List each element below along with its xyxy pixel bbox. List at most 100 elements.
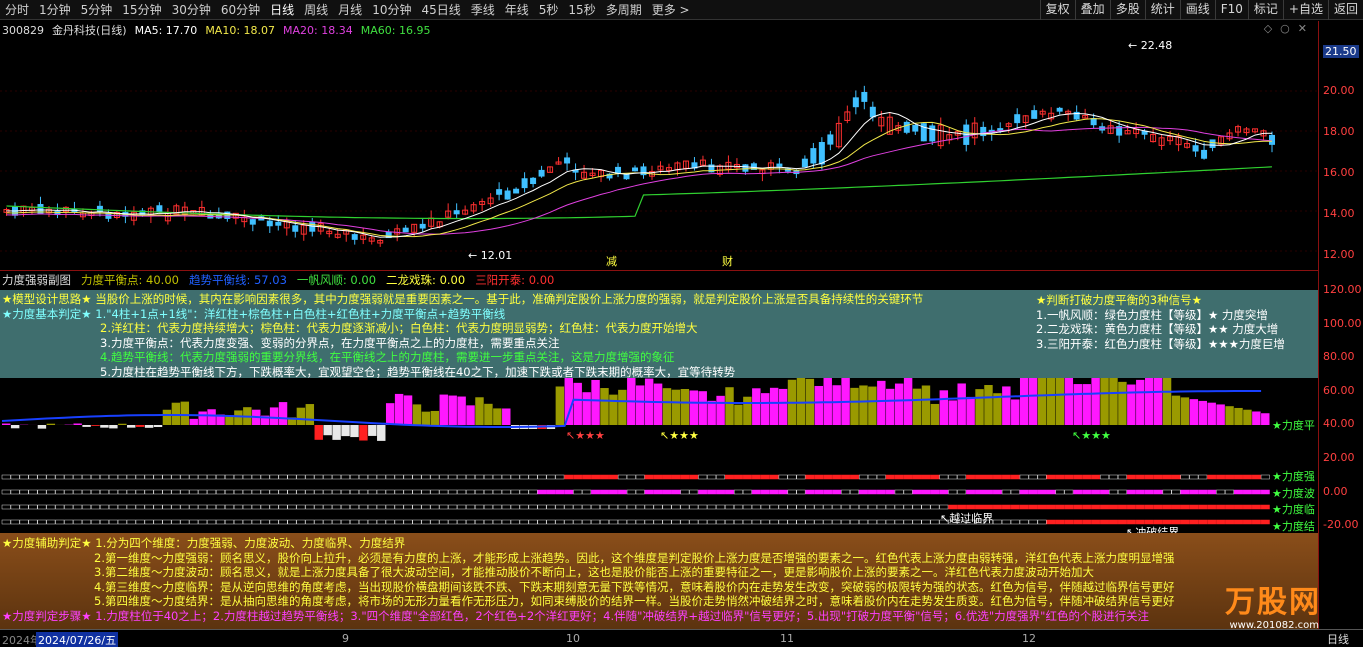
candle-body	[818, 142, 825, 165]
dimension-strip-cell	[653, 489, 663, 495]
period-tab[interactable]: 10分钟	[367, 0, 416, 20]
dimension-strip-cell	[1225, 504, 1235, 510]
period-tab[interactable]: 5秒	[534, 0, 564, 20]
tool-button[interactable]: 叠加	[1074, 0, 1110, 20]
dimension-strip-cell	[841, 519, 851, 525]
period-tab[interactable]: 月线	[333, 0, 367, 20]
period-tab[interactable]: 季线	[466, 0, 500, 20]
dimension-strip-cell	[858, 474, 868, 480]
kline-chart[interactable]: ← 22.48 ← 12.01 减 财	[0, 21, 1363, 269]
period-tab[interactable]: 5分钟	[76, 0, 118, 20]
dimension-strip-cell	[823, 504, 833, 510]
tool-button[interactable]: 画线	[1179, 0, 1215, 20]
dimension-strip-cell	[1251, 519, 1261, 525]
dimension-strip-cell	[180, 504, 190, 510]
dimension-strip-cell	[742, 474, 752, 480]
period-label[interactable]: 日线	[1327, 631, 1349, 647]
stock-name: 金丹科技(日线)	[52, 24, 127, 37]
dimension-strip-cell	[966, 474, 976, 480]
period-tab[interactable]: 15分钟	[117, 0, 166, 20]
period-tab[interactable]: 更多 >	[647, 0, 695, 20]
tool-button[interactable]: 返回	[1327, 0, 1363, 20]
dimension-strip-cell	[412, 489, 422, 495]
dimension-strip-cell	[233, 474, 243, 480]
diamond-icon[interactable]: ◇	[1264, 22, 1272, 35]
tool-button[interactable]: 标记	[1247, 0, 1283, 20]
dimension-strip-cell	[483, 474, 493, 480]
force-bar	[439, 394, 448, 425]
dimension-strip-cell	[573, 489, 583, 495]
month-label: 11	[780, 632, 794, 645]
dimension-strip-cell	[260, 504, 270, 510]
dimension-strip-cell	[1, 504, 11, 510]
circle-icon[interactable]: ○	[1280, 22, 1290, 35]
dimension-strip-cell	[314, 504, 324, 510]
period-tab[interactable]: 30分钟	[167, 0, 216, 20]
dimension-strip-cell	[1055, 519, 1065, 525]
candle-body	[249, 219, 256, 225]
dimension-strip-cell	[876, 474, 886, 480]
force-bar	[903, 377, 913, 425]
dimension-strip-cell	[1225, 474, 1235, 480]
tool-button[interactable]: 复权	[1039, 0, 1075, 20]
period-tab[interactable]: 分时	[0, 0, 34, 20]
dimension-strip-cell	[91, 489, 100, 495]
moving-average-line	[6, 126, 1273, 235]
tool-button[interactable]: 统计	[1144, 0, 1180, 20]
period-tab[interactable]: 多周期	[601, 0, 647, 20]
tool-button[interactable]: F10	[1214, 0, 1248, 20]
dimension-strip-cell	[528, 489, 538, 495]
dimension-strip-cell	[233, 489, 243, 495]
dimension-strip-cell	[1126, 504, 1136, 510]
period-tab[interactable]: 周线	[299, 0, 333, 20]
dimension-strip-cell	[984, 489, 993, 495]
period-tab[interactable]: 年线	[500, 0, 534, 20]
tool-button[interactable]: 多股	[1109, 0, 1145, 20]
period-tab[interactable]: 日线	[265, 0, 299, 20]
dimension-strip-cell	[189, 519, 199, 525]
force-bar	[91, 425, 100, 426]
dimension-strip-cell	[725, 519, 734, 525]
period-tab[interactable]: 1分钟	[34, 0, 76, 20]
period-tab[interactable]: 45日线	[416, 0, 465, 20]
force-bar	[1234, 407, 1243, 425]
dimension-strip-cell	[135, 504, 145, 510]
period-tab[interactable]: 15秒	[563, 0, 600, 20]
dimension-strip-cell	[1100, 519, 1110, 525]
dimension-strip-cell	[1207, 504, 1217, 510]
dimension-strip-cell	[439, 489, 449, 495]
dimension-strip-cell	[305, 489, 315, 495]
force-bar	[475, 397, 484, 425]
dimension-strip-cell	[483, 489, 493, 495]
force-bar	[591, 379, 600, 425]
period-tab[interactable]: 60分钟	[216, 0, 265, 20]
force-bar	[975, 389, 984, 425]
dimension-strip-cell	[653, 504, 663, 510]
dimension-strip-cell	[591, 504, 601, 510]
dimension-strip-cell	[573, 504, 583, 510]
dimension-strip-cell	[19, 519, 29, 525]
dimension-strip-cell	[1144, 489, 1154, 495]
dimension-strip-cell	[341, 519, 351, 525]
dimension-strip-cell	[108, 504, 118, 510]
dimension-strip-cell	[519, 504, 529, 510]
tool-button[interactable]: +自选	[1282, 0, 1328, 20]
dimension-strip-cell	[689, 489, 699, 495]
dimension-strip-cell	[466, 504, 476, 510]
dimension-strip-cell	[1064, 504, 1074, 510]
candle-body	[1090, 118, 1097, 126]
dimension-strip-cell	[1046, 519, 1056, 525]
dimension-strip-cell	[108, 489, 118, 495]
force-bar	[582, 392, 591, 425]
dimension-strip-cell	[832, 474, 842, 480]
dimension-strip-cell	[617, 489, 627, 495]
panel-line: 3.第二维度～力度波动：顾名思义，就是上涨力度具备了很大波动空间，才能推动股价不…	[94, 565, 1094, 579]
dimension-strip-cell	[376, 489, 386, 495]
force-bar	[859, 385, 868, 425]
dimension-strip-cell	[1198, 489, 1208, 495]
close-icon[interactable]: ✕	[1298, 22, 1307, 35]
dimension-strip-cell	[787, 504, 797, 510]
dimension-strip-cell	[582, 504, 592, 510]
dimension-strip-cell	[492, 474, 502, 480]
dimension-strip-cell	[1207, 474, 1217, 480]
